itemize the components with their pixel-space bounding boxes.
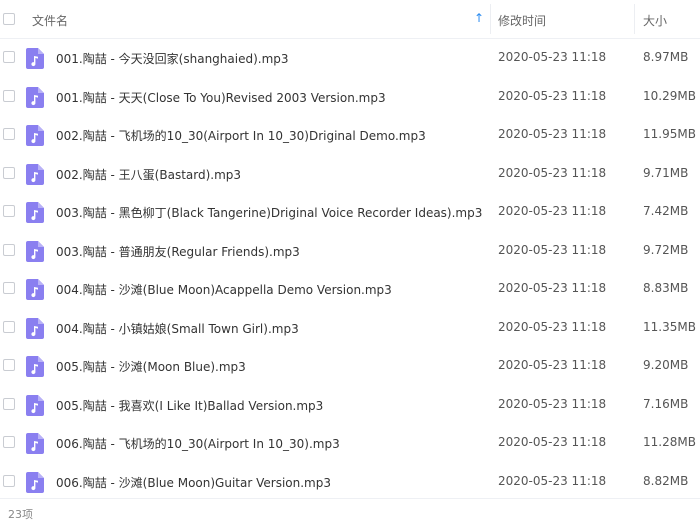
file-name[interactable]: 001.陶喆 - 天天(Close To You)Revised 2003 Ve… — [56, 89, 386, 106]
file-name[interactable]: 002.陶喆 - 飞机场的10_30(Airport In 10_30)Drig… — [56, 127, 426, 144]
file-size: 8.82MB — [643, 473, 689, 488]
modified-time: 2020-05-23 11:18 — [498, 358, 607, 372]
row-checkbox[interactable] — [3, 320, 15, 333]
file-size: 8.83MB — [643, 281, 689, 295]
file-row[interactable]: 004.陶喆 - 沙滩(Blue Moon)Acappella Demo Ver… — [0, 269, 700, 308]
column-header-name[interactable]: 文件名 — [32, 12, 68, 29]
modified-time: 2020-05-23 11:18 — [498, 435, 607, 449]
file-name[interactable]: 003.陶喆 - 黑色柳丁(Black Tangerine)Driginal V… — [56, 204, 482, 221]
file-size: 7.16MB — [643, 396, 689, 411]
file-name[interactable]: 004.陶喆 - 沙滩(Blue Moon)Acappella Demo Ver… — [56, 281, 392, 298]
modified-time: 2020-05-23 11:18 — [498, 204, 607, 218]
file-list-header: 文件名 ↑ 修改时间 大小 — [0, 0, 700, 39]
file-row[interactable]: 006.陶喆 - 飞机场的10_30(Airport In 10_30).mp3… — [0, 423, 700, 462]
select-all-checkbox[interactable] — [3, 13, 15, 25]
modified-time: 2020-05-23 11:18 — [498, 473, 607, 488]
audio-file-icon — [26, 240, 44, 262]
row-checkbox[interactable] — [3, 359, 15, 371]
file-row[interactable]: 001.陶喆 - 今天没回家(shanghaied).mp3 2020-05-23… — [0, 38, 700, 77]
file-name[interactable]: 006.陶喆 - 沙滩(Blue Moon)Guitar Version.mp3 — [56, 474, 331, 491]
modified-time: 2020-05-23 11:18 — [498, 242, 607, 257]
file-row[interactable]: 004.陶喆 - 小镇姑娘(Small Town Girl).mp3 2020-0… — [0, 308, 700, 347]
file-size: 11.28MB — [643, 435, 696, 449]
file-size: 8.97MB — [643, 50, 689, 64]
modified-time: 2020-05-23 11:18 — [498, 396, 607, 411]
file-size: 11.95MB — [643, 127, 696, 141]
file-row[interactable]: 005.陶喆 - 沙滩(Moon Blue).mp3 2020-05-23 11:… — [0, 346, 700, 385]
file-row[interactable]: 005.陶喆 - 我喜欢(I Like It)Ballad Version.mp… — [0, 385, 700, 424]
status-bar: 23项 — [0, 498, 700, 524]
row-checkbox[interactable] — [3, 89, 15, 102]
file-name[interactable]: 003.陶喆 - 普通朋友(Regular Friends).mp3 — [56, 243, 300, 260]
row-checkbox[interactable] — [3, 436, 15, 448]
audio-file-icon — [26, 163, 44, 185]
file-size: 9.71MB — [643, 165, 689, 180]
audio-file-icon — [26, 471, 44, 493]
file-size: 9.20MB — [643, 358, 689, 372]
audio-file-icon — [26, 202, 44, 223]
row-checkbox[interactable] — [3, 243, 15, 256]
file-name[interactable]: 001.陶喆 - 今天没回家(shanghaied).mp3 — [56, 50, 289, 67]
column-divider[interactable] — [634, 4, 635, 34]
audio-file-icon — [26, 86, 44, 108]
modified-time: 2020-05-23 11:18 — [498, 165, 607, 180]
file-name[interactable]: 005.陶喆 - 我喜欢(I Like It)Ballad Version.mp… — [56, 397, 323, 414]
file-size: 9.72MB — [643, 242, 689, 257]
modified-time: 2020-05-23 11:18 — [498, 50, 607, 64]
audio-file-icon — [26, 433, 44, 454]
file-row[interactable]: 006.陶喆 - 沙滩(Blue Moon)Guitar Version.mp3… — [0, 462, 700, 501]
file-size: 7.42MB — [643, 204, 689, 218]
audio-file-icon — [26, 394, 44, 416]
audio-file-icon — [26, 125, 44, 146]
row-checkbox[interactable] — [3, 51, 15, 63]
file-row[interactable]: 002.陶喆 - 王八蛋(Bastard).mp3 2020-05-23 11:1… — [0, 154, 700, 193]
modified-time: 2020-05-23 11:18 — [498, 88, 607, 103]
file-row[interactable]: 002.陶喆 - 飞机场的10_30(Airport In 10_30)Drig… — [0, 115, 700, 154]
file-name[interactable]: 004.陶喆 - 小镇姑娘(Small Town Girl).mp3 — [56, 320, 299, 337]
file-row[interactable]: 003.陶喆 - 普通朋友(Regular Friends).mp3 2020-0… — [0, 231, 700, 270]
modified-time: 2020-05-23 11:18 — [498, 281, 607, 295]
column-divider[interactable] — [490, 4, 491, 34]
row-checkbox[interactable] — [3, 397, 15, 410]
file-name[interactable]: 005.陶喆 - 沙滩(Moon Blue).mp3 — [56, 358, 246, 375]
item-count: 23项 — [8, 508, 33, 521]
audio-file-icon — [26, 356, 44, 377]
column-header-modified-time[interactable]: 修改时间 — [498, 12, 546, 29]
row-checkbox[interactable] — [3, 205, 15, 217]
file-name[interactable]: 002.陶喆 - 王八蛋(Bastard).mp3 — [56, 166, 241, 183]
audio-file-icon — [26, 317, 44, 339]
modified-time: 2020-05-23 11:18 — [498, 319, 607, 334]
sort-ascending-icon[interactable]: ↑ — [474, 11, 484, 25]
row-checkbox[interactable] — [3, 282, 15, 294]
row-checkbox[interactable] — [3, 166, 15, 179]
column-header-size[interactable]: 大小 — [643, 12, 667, 29]
row-checkbox[interactable] — [3, 474, 15, 487]
audio-file-icon — [26, 279, 44, 300]
audio-file-icon — [26, 48, 44, 69]
modified-time: 2020-05-23 11:18 — [498, 127, 607, 141]
file-size: 11.35MB — [643, 319, 696, 334]
file-name[interactable]: 006.陶喆 - 飞机场的10_30(Airport In 10_30).mp3 — [56, 435, 340, 452]
file-size: 10.29MB — [643, 88, 696, 103]
row-checkbox[interactable] — [3, 128, 15, 140]
file-row[interactable]: 001.陶喆 - 天天(Close To You)Revised 2003 Ve… — [0, 77, 700, 116]
file-row[interactable]: 003.陶喆 - 黑色柳丁(Black Tangerine)Driginal V… — [0, 192, 700, 231]
